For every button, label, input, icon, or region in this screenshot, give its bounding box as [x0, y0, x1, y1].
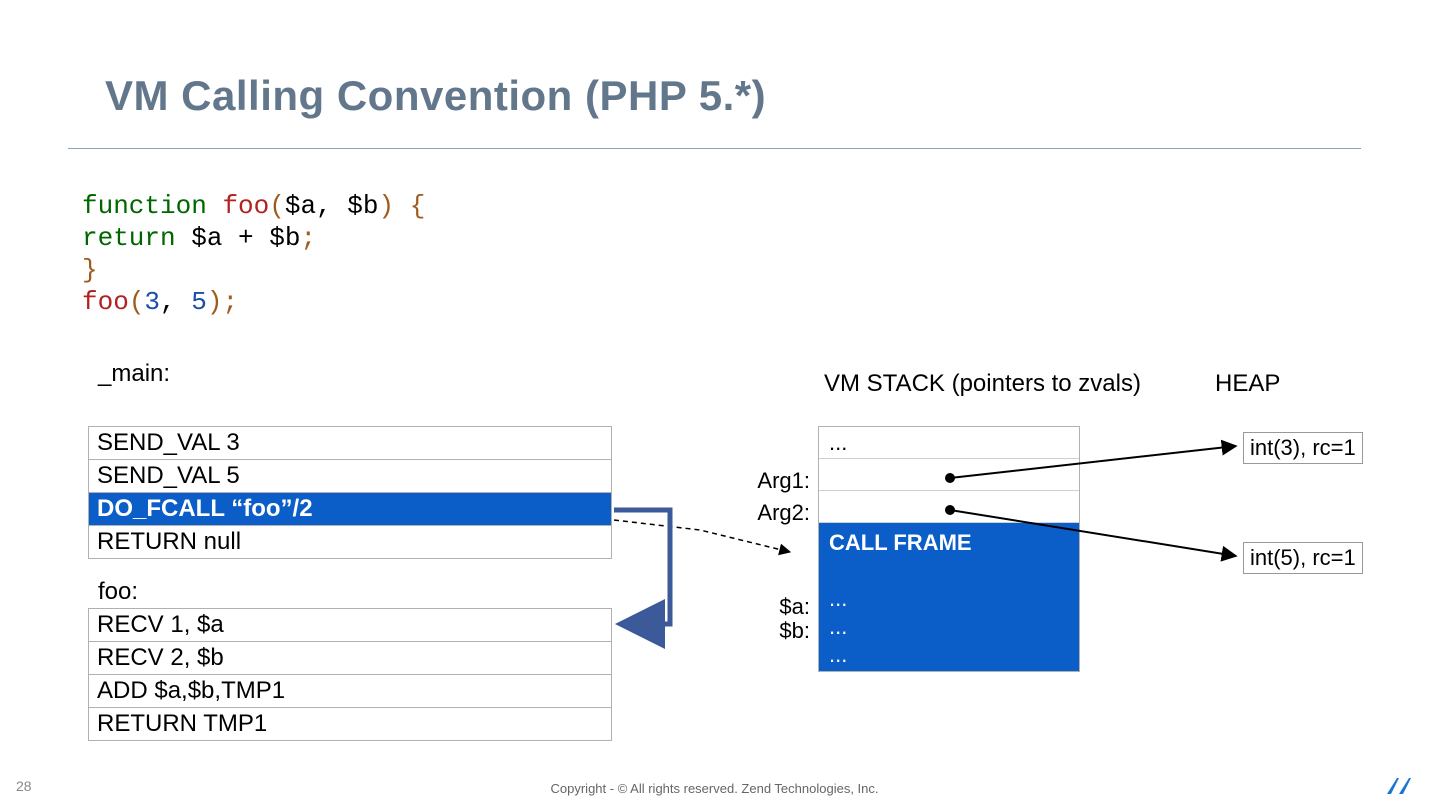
vm-stack: ... CALL FRAME ... ... ... [818, 426, 1080, 672]
copyright: Copyright - © All rights reserved. Zend … [0, 781, 1429, 796]
divider [68, 148, 1361, 149]
call-fn: foo [82, 287, 129, 317]
op-row: SEND_VAL 3 [89, 427, 612, 460]
label-foo: foo: [98, 578, 138, 606]
stack-cell-arg2 [819, 491, 1079, 523]
op-row: ADD $a,$b,TMP1 [89, 675, 612, 708]
paren-close-brace: ) { [378, 191, 425, 221]
stack-cell-arg1 [819, 459, 1079, 491]
call-close: ); [207, 287, 238, 317]
paren-open: ( [269, 191, 285, 221]
semi: ; [300, 223, 316, 253]
op-row: RECV 2, $b [89, 642, 612, 675]
heap-int5: int(5), rc=1 [1243, 542, 1363, 574]
zend-logo [1387, 776, 1413, 796]
op-row: SEND_VAL 5 [89, 460, 612, 493]
stack-cell-b: ... [819, 611, 1079, 639]
label-main: _main: [98, 360, 170, 388]
stack-cell-a: ... [819, 583, 1079, 611]
heap-title: HEAP [1215, 370, 1280, 398]
row-label-b: $b: [740, 618, 810, 644]
opcodes-foo: RECV 1, $a RECV 2, $b ADD $a,$b,TMP1 RET… [88, 608, 612, 741]
slide-title: VM Calling Convention (PHP 5.*) [105, 72, 766, 120]
vm-stack-title: VM STACK (pointers to zvals) [824, 370, 1141, 398]
op-row: RECV 1, $a [89, 609, 612, 642]
num-5: 5 [191, 287, 207, 317]
brace-close: } [82, 255, 98, 285]
stack-cell-tail: ... [819, 639, 1079, 671]
code-block: function foo($a, $b) { return $a + $b; }… [82, 190, 425, 318]
call-open: ( [129, 287, 145, 317]
opcodes-main: SEND_VAL 3 SEND_VAL 5 DO_FCALL “foo”/2 R… [88, 426, 612, 559]
op-row-current: DO_FCALL “foo”/2 [89, 493, 612, 526]
row-label-a: $a: [740, 594, 810, 620]
call-frame-header: CALL FRAME [819, 523, 1079, 583]
heap-int3: int(3), rc=1 [1243, 432, 1363, 464]
op-row: RETURN null [89, 526, 612, 559]
row-label-arg1: Arg1: [740, 468, 810, 494]
fn-name: foo [222, 191, 269, 221]
op-row: RETURN TMP1 [89, 708, 612, 741]
args: $a, $b [285, 191, 379, 221]
comma: , [160, 287, 191, 317]
return-expr: $a + $b [191, 223, 300, 253]
stack-cell: ... [819, 427, 1079, 459]
kw-return: return [82, 223, 191, 253]
row-label-arg2: Arg2: [740, 500, 810, 526]
kw-function: function [82, 191, 222, 221]
num-3: 3 [144, 287, 160, 317]
